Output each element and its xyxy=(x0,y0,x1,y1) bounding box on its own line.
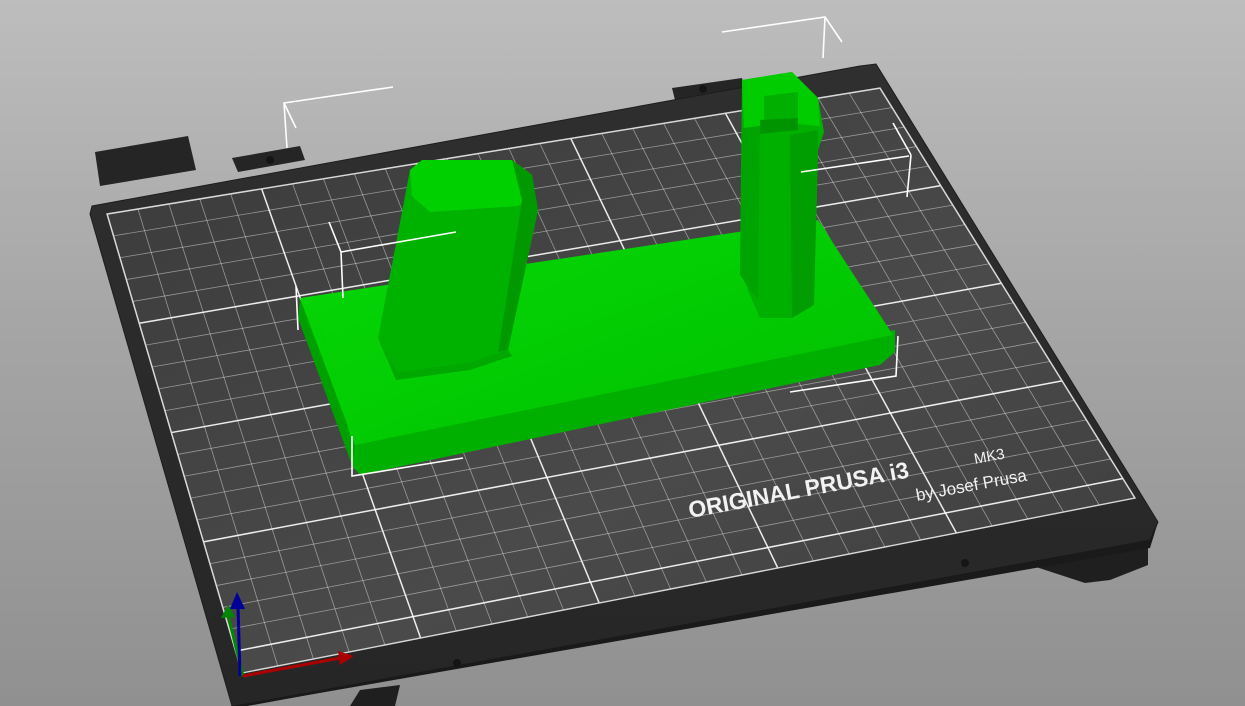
z-axis xyxy=(236,604,242,677)
3d-viewport[interactable]: ORIGINAL PRUSA i3 MK3 by Josef Prusa xyxy=(0,0,1245,706)
scene-canvas[interactable]: ORIGINAL PRUSA i3 MK3 by Josef Prusa xyxy=(0,0,1245,706)
